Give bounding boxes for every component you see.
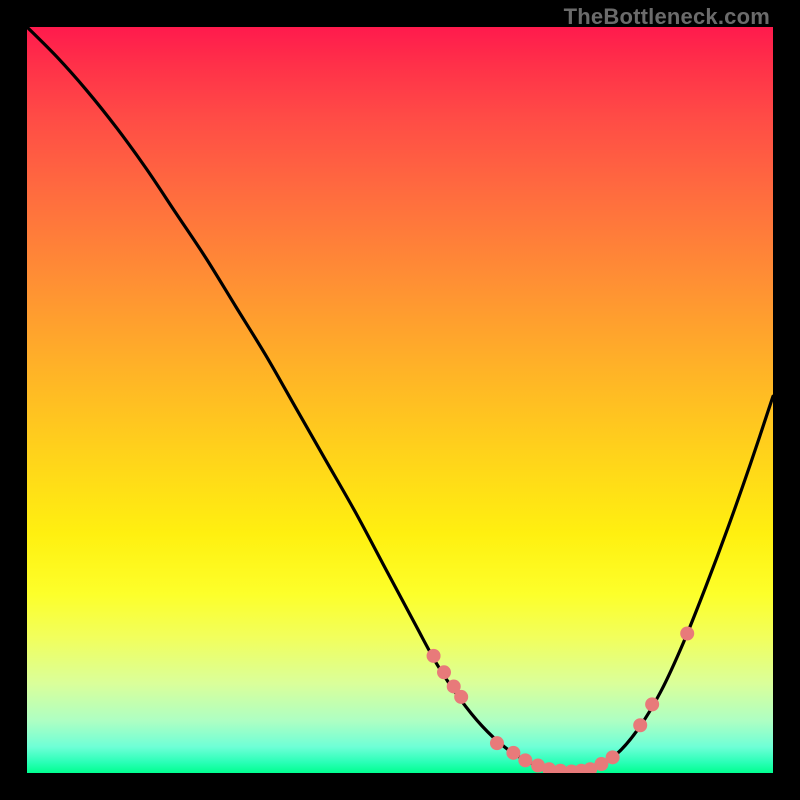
data-marker xyxy=(427,649,441,663)
data-marker xyxy=(606,750,620,764)
watermark-text: TheBottleneck.com xyxy=(564,4,770,30)
data-marker xyxy=(437,665,451,679)
curve-layer xyxy=(27,27,773,773)
chart-frame: TheBottleneck.com xyxy=(0,0,800,800)
plot-area xyxy=(27,27,773,773)
data-marker xyxy=(518,753,532,767)
bottleneck-curve xyxy=(27,27,773,772)
marker-group xyxy=(427,627,695,774)
data-marker xyxy=(633,718,647,732)
data-marker xyxy=(454,690,468,704)
data-marker xyxy=(680,627,694,641)
data-marker xyxy=(490,736,504,750)
data-marker xyxy=(506,746,520,760)
data-marker xyxy=(645,697,659,711)
